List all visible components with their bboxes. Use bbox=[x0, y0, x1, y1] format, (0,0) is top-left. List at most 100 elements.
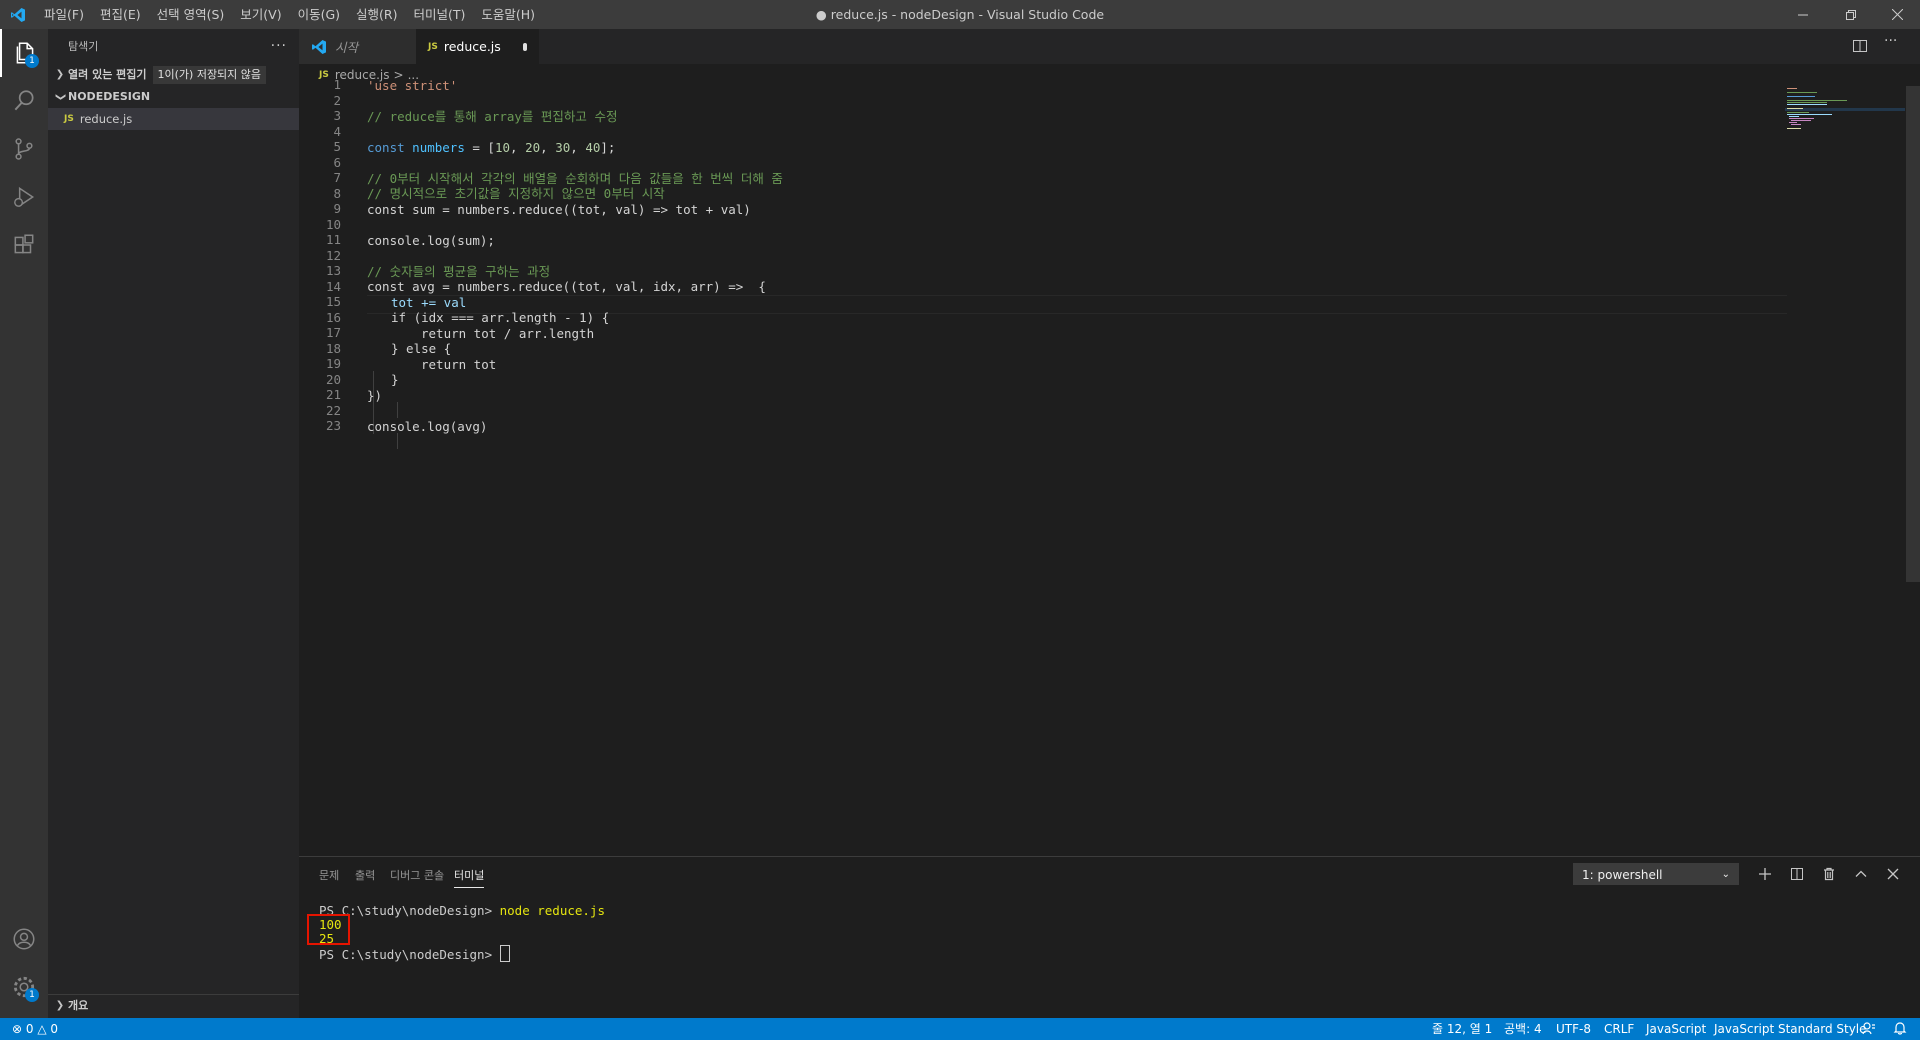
outline-section[interactable]: ❯ 개요 bbox=[48, 994, 299, 1017]
minimap[interactable] bbox=[1785, 86, 1905, 146]
close-icon bbox=[1887, 868, 1899, 880]
extensions-activity[interactable] bbox=[0, 221, 48, 269]
line-number: 17 bbox=[325, 325, 341, 340]
tab-debug-console[interactable]: 디버그 콘솔 bbox=[390, 867, 444, 883]
open-editors-label: 열려 있는 편집기 bbox=[68, 68, 147, 81]
language-status[interactable]: JavaScript bbox=[1646, 1018, 1706, 1040]
line-number: 8 bbox=[333, 185, 341, 201]
editor-scrollbar[interactable] bbox=[1906, 86, 1920, 856]
line-number: 9 bbox=[333, 201, 341, 216]
unsaved-dot-icon[interactable] bbox=[522, 42, 527, 51]
indentation-status[interactable]: 공백: 4 bbox=[1504, 1018, 1542, 1040]
file-label: reduce.js bbox=[79, 112, 133, 126]
line-number: 20 bbox=[325, 371, 341, 387]
folder-section[interactable]: ❯ NODEDESIGN bbox=[48, 86, 299, 108]
outline-label: 개요 bbox=[68, 999, 89, 1012]
line-number: 18 bbox=[325, 340, 341, 356]
menu-terminal[interactable]: 터미널(T) bbox=[406, 0, 474, 29]
cursor-position-status[interactable]: 줄 12, 열 1 bbox=[1432, 1018, 1492, 1040]
kill-terminal-button[interactable] bbox=[1818, 863, 1840, 885]
close-icon bbox=[1891, 9, 1903, 20]
editor-tab-bar: 시작 JS reduce.js ··· bbox=[299, 29, 1920, 64]
extensions-icon bbox=[14, 234, 34, 254]
menu-file[interactable]: 파일(F) bbox=[36, 0, 92, 29]
code-line-1: 'use strict' bbox=[367, 78, 458, 93]
output-highlight-box bbox=[307, 914, 350, 945]
menu-go[interactable]: 이동(G) bbox=[290, 0, 348, 29]
manage-activity[interactable]: 1 bbox=[0, 963, 48, 1011]
terminal-cursor bbox=[499, 945, 510, 962]
menu-edit[interactable]: 편집(E) bbox=[92, 0, 149, 29]
warning-count: 0 bbox=[50, 1022, 59, 1036]
tab-welcome[interactable]: 시작 bbox=[299, 29, 416, 64]
code-line-18: } else { bbox=[391, 341, 452, 356]
code-line-5: const numbers = [10, 20, 30, 40]; bbox=[367, 140, 616, 155]
scrollbar-thumb[interactable] bbox=[1906, 86, 1920, 582]
terminal-command: node reduce.js bbox=[499, 903, 605, 918]
tab-terminal[interactable]: 터미널 bbox=[454, 867, 485, 888]
error-count: 0 bbox=[25, 1022, 34, 1036]
line-number: 19 bbox=[325, 356, 341, 371]
file-item-reduce[interactable]: JS reduce.js bbox=[48, 108, 299, 130]
line-number: 13 bbox=[325, 263, 341, 278]
sidebar-more-button[interactable]: ··· bbox=[271, 29, 287, 64]
restore-icon bbox=[1846, 9, 1856, 20]
line-number: 3 bbox=[333, 108, 341, 123]
open-editors-section[interactable]: ❯ 열려 있는 편집기 1이(가) 저장되지 않음 bbox=[48, 64, 299, 86]
close-panel-button[interactable] bbox=[1882, 863, 1904, 885]
terminal-line-prompt[interactable]: PS C:\study\nodeDesign> bbox=[319, 945, 510, 962]
split-editor-button[interactable] bbox=[1852, 38, 1868, 58]
maximize-panel-button[interactable] bbox=[1850, 863, 1872, 885]
tab-output[interactable]: 출력 bbox=[355, 867, 375, 883]
bottom-panel: 문제 출력 디버그 콘솔 터미널 1: powershell ⌄ PS C:\s… bbox=[299, 856, 1920, 1019]
unsaved-tooltip: 1이(가) 저장되지 않음 bbox=[152, 66, 267, 84]
accounts-activity[interactable] bbox=[0, 915, 48, 963]
problems-status[interactable]: ⊗ 0 △ 0 bbox=[12, 1018, 58, 1040]
warning-icon: △ bbox=[37, 1022, 47, 1036]
line-number: 5 bbox=[333, 139, 341, 154]
menu-help[interactable]: 도움말(H) bbox=[473, 0, 543, 29]
line-number: 21 bbox=[325, 387, 341, 402]
notifications-button[interactable] bbox=[1893, 1018, 1907, 1040]
code-line-14: const avg = numbers.reduce((tot, val, id… bbox=[367, 279, 766, 294]
restore-button[interactable] bbox=[1828, 0, 1874, 29]
menu-view[interactable]: 보기(V) bbox=[232, 0, 289, 29]
split-icon bbox=[1791, 868, 1803, 880]
plus-icon bbox=[1759, 868, 1771, 880]
terminal-select[interactable]: 1: powershell ⌄ bbox=[1573, 863, 1739, 885]
menu-selection[interactable]: 선택 영역(S) bbox=[149, 0, 233, 29]
menu-run[interactable]: 실행(R) bbox=[348, 0, 405, 29]
encoding-status[interactable]: UTF-8 bbox=[1556, 1018, 1591, 1040]
split-terminal-button[interactable] bbox=[1786, 863, 1808, 885]
vscode-logo-icon bbox=[312, 39, 326, 54]
run-debug-activity[interactable] bbox=[0, 173, 48, 221]
code-line-11: console.log(sum); bbox=[367, 233, 495, 248]
code-editor[interactable]: 1 2 3 4 5 6 7 8 9 10 11 12 13 14 15 16 17 18 19 20 21 22 23 'u… bbox=[299, 77, 1920, 856]
new-terminal-button[interactable] bbox=[1754, 863, 1776, 885]
eol-status[interactable]: CRLF bbox=[1604, 1018, 1634, 1040]
code-lines: 'use strict' // reduce를 통해 array를 편집하고 수… bbox=[367, 77, 783, 434]
editor-more-button[interactable]: ··· bbox=[1884, 33, 1897, 49]
line-number: 23 bbox=[325, 418, 341, 433]
feedback-button[interactable] bbox=[1862, 1018, 1876, 1040]
error-icon: ⊗ bbox=[12, 1022, 23, 1036]
minimize-button[interactable] bbox=[1780, 0, 1826, 29]
js-file-icon: JS bbox=[64, 114, 74, 124]
minimize-icon bbox=[1798, 14, 1808, 15]
chevron-right-icon: ❯ bbox=[55, 1000, 65, 1011]
search-activity[interactable] bbox=[0, 77, 48, 125]
account-icon bbox=[13, 928, 35, 950]
terminal-line-command[interactable]: PS C:\study\nodeDesign> node reduce.js bbox=[319, 903, 605, 918]
settings-badge: 1 bbox=[25, 988, 39, 1002]
tab-reduce-js[interactable]: JS reduce.js bbox=[416, 29, 539, 64]
title-bar: 파일(F) 편집(E) 선택 영역(S) 보기(V) 이동(G) 실행(R) 터… bbox=[0, 0, 1920, 29]
code-line-8: // 명시적으로 초기값을 지정하지 않으면 0부터 시작 bbox=[367, 186, 665, 201]
explorer-activity[interactable]: 1 bbox=[0, 29, 48, 77]
source-control-activity[interactable] bbox=[0, 125, 48, 173]
close-window-button[interactable] bbox=[1874, 0, 1920, 29]
style-status[interactable]: JavaScript Standard Style bbox=[1714, 1018, 1867, 1040]
indent-guide bbox=[397, 402, 398, 418]
vscode-logo-icon bbox=[0, 0, 36, 29]
sidebar-title: 탐색기 bbox=[68, 40, 99, 53]
tab-problems[interactable]: 문제 bbox=[319, 867, 339, 883]
